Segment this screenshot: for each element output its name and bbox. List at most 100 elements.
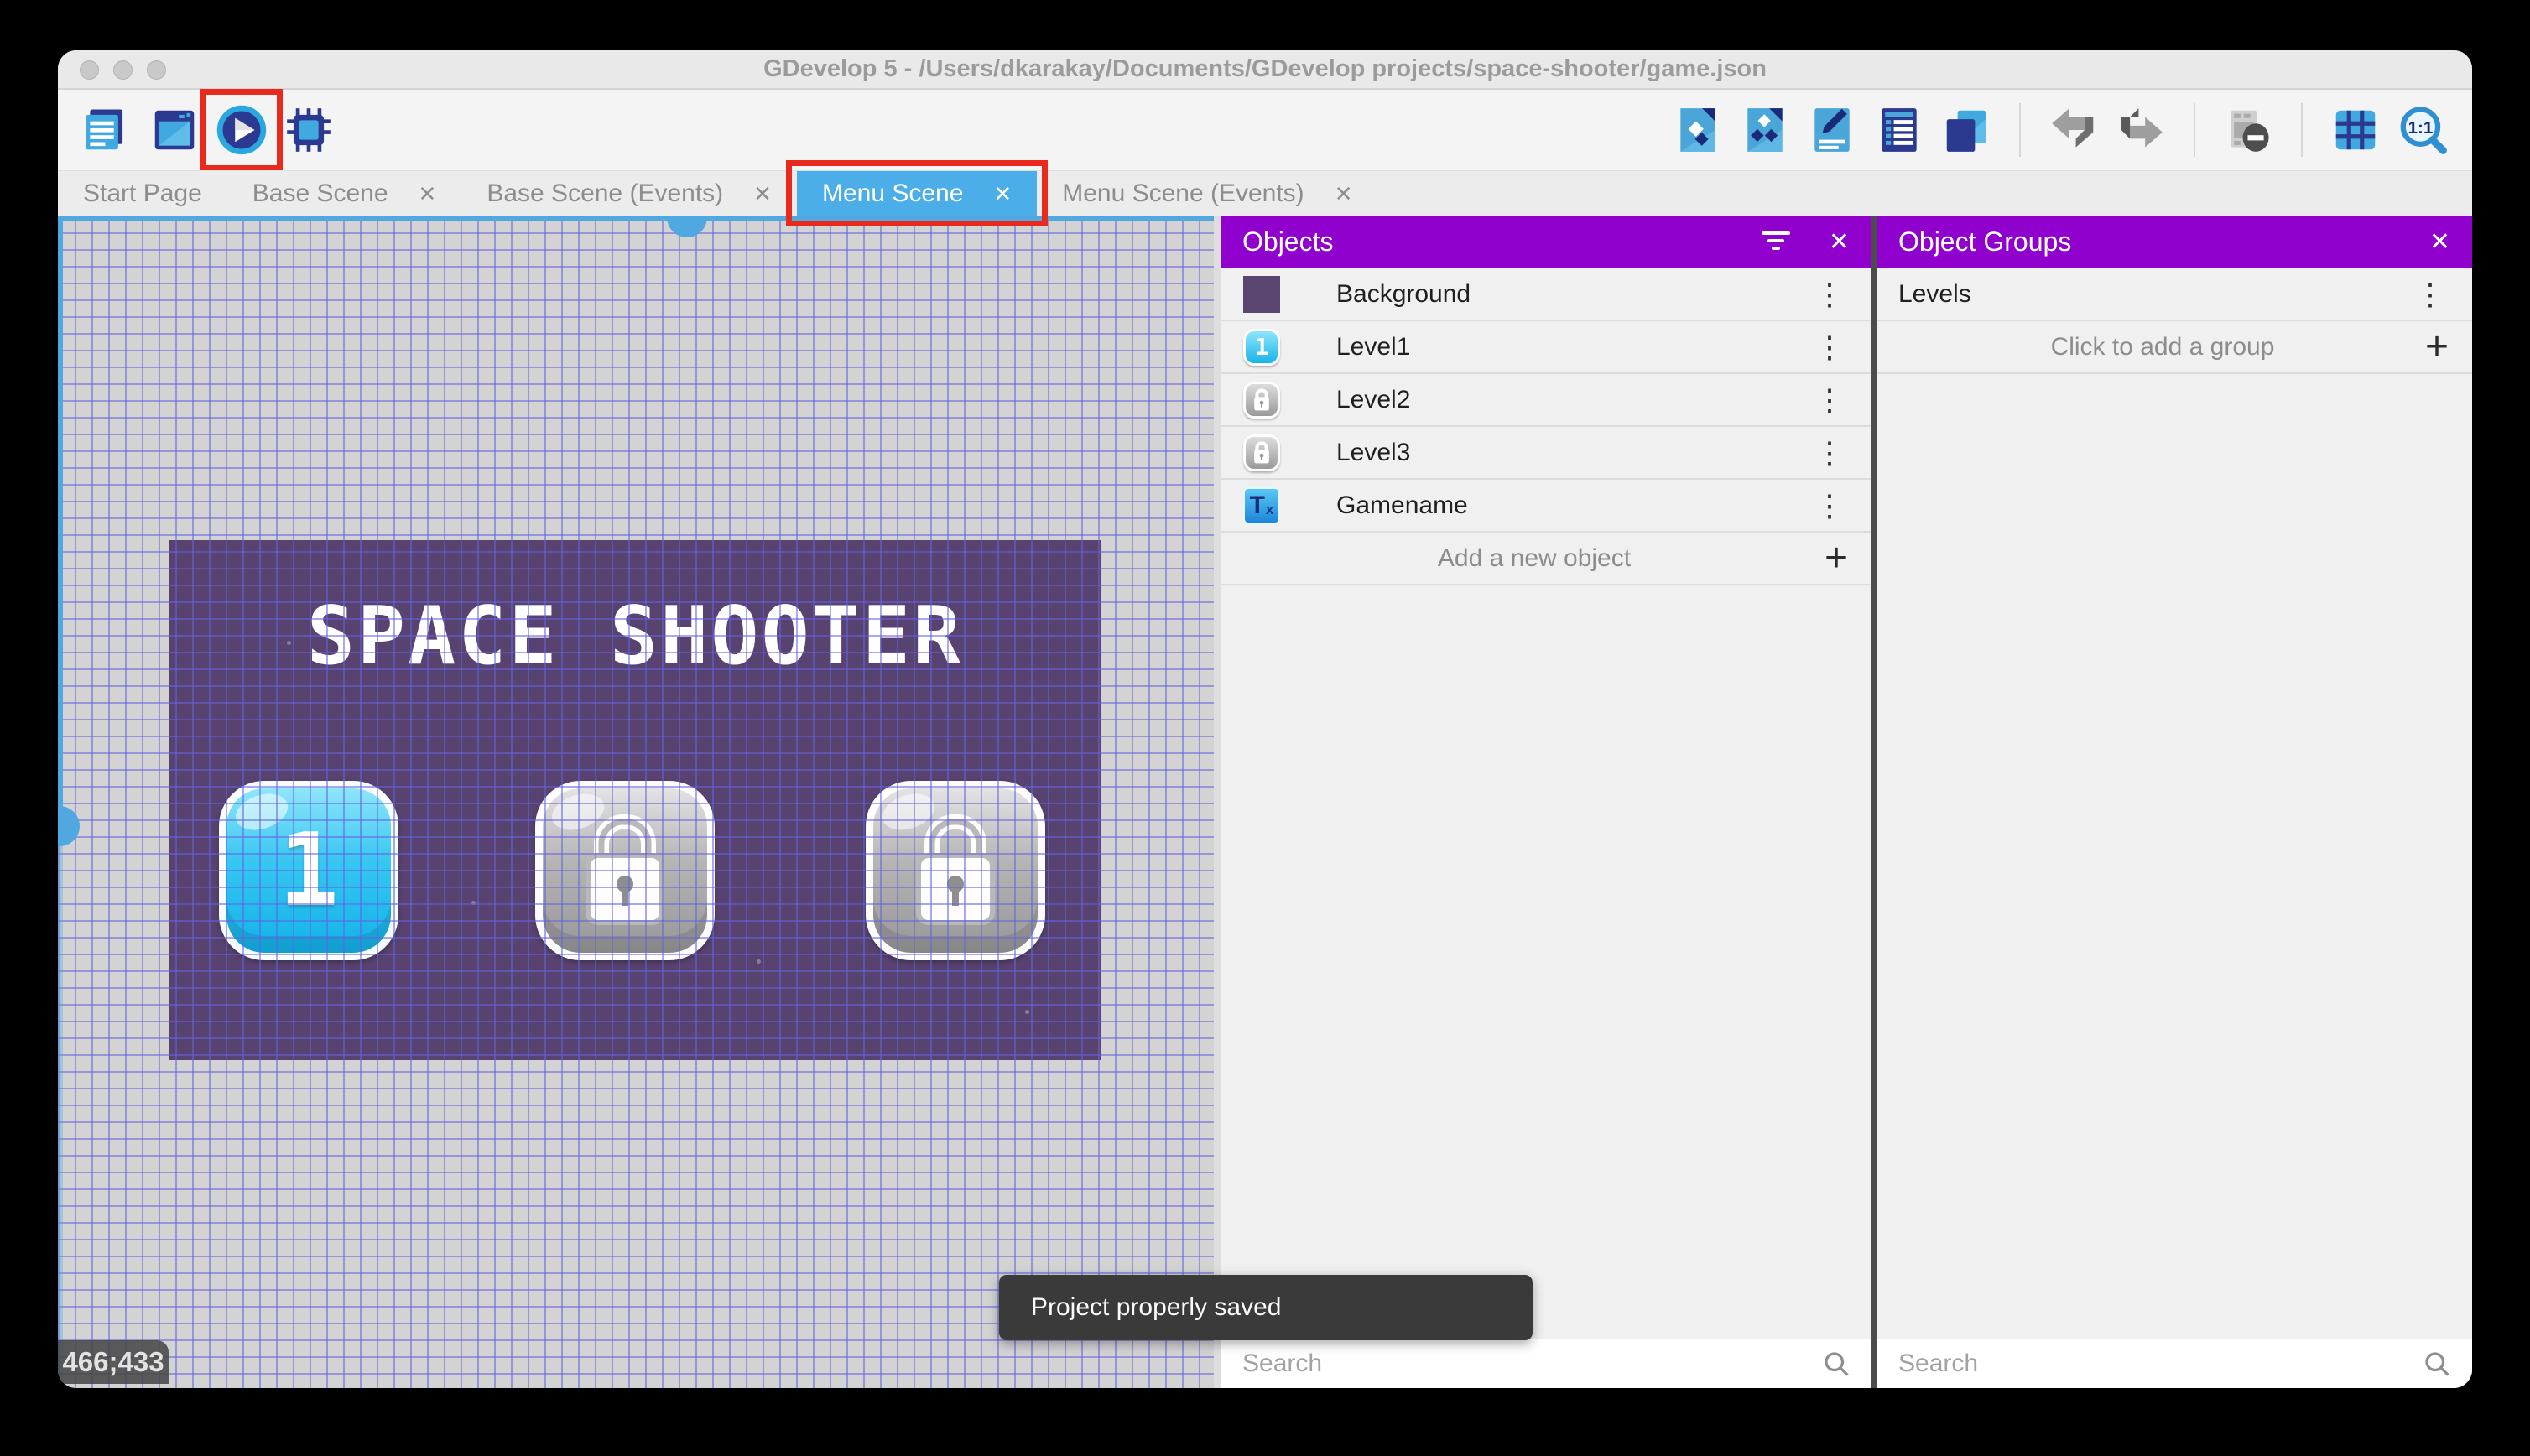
tab-close-icon[interactable]: ✕ <box>419 183 437 205</box>
group-row-levels[interactable]: Levels ⋮ <box>1877 268 2472 321</box>
kebab-menu-icon[interactable]: ⋮ <box>1806 490 1853 521</box>
object-thumbnail <box>1242 275 1281 314</box>
objects-panel: Objects ✕ Background ⋮ 1 Level1 ⋮ Level2… <box>1221 216 1871 1388</box>
minimize-window-button[interactable] <box>113 60 133 80</box>
editor-tab-bar: Start Page Base Scene ✕ Base Scene (Even… <box>58 160 2472 226</box>
toolbar-separator <box>2301 103 2303 157</box>
main-toolbar: 1:1 <box>58 89 2472 171</box>
project-manager-icon[interactable] <box>81 104 133 156</box>
tab-menu-scene-events[interactable]: Menu Scene (Events) ✕ <box>1037 171 1377 216</box>
panel-divider[interactable] <box>1214 216 1221 1388</box>
star-speck <box>950 658 954 662</box>
star-speck <box>622 616 627 620</box>
toolbar-left-group <box>81 89 335 171</box>
tab-label: Menu Scene <box>821 179 964 207</box>
star-speck <box>1025 1010 1029 1014</box>
object-thumbnail <box>1242 381 1281 419</box>
scene-window-icon[interactable] <box>148 104 200 156</box>
plus-icon[interactable]: + <box>1825 538 1848 579</box>
kebab-menu-icon[interactable]: ⋮ <box>1806 331 1853 362</box>
kebab-menu-icon[interactable]: ⋮ <box>1806 278 1853 309</box>
groups-search-bar <box>1877 1339 2472 1388</box>
objects-search-bar <box>1221 1339 1871 1388</box>
scene-background-object[interactable]: SPACE SHOOTER 1 <box>169 540 1101 1060</box>
objects-properties-list-icon[interactable] <box>1873 104 1925 156</box>
star-speck <box>757 959 761 964</box>
toggle-grid-icon[interactable] <box>2330 104 2382 156</box>
plus-icon[interactable]: + <box>2425 326 2449 367</box>
undo-icon[interactable] <box>2048 104 2100 156</box>
mask-deselect-icon[interactable] <box>2222 104 2274 156</box>
level3-locked-button-object[interactable] <box>866 781 1045 960</box>
editor-content: SPACE SHOOTER 1 466;433 Objects ✕ Backgr… <box>58 216 2472 1388</box>
kebab-menu-icon[interactable]: ⋮ <box>2407 278 2454 309</box>
debug-icon[interactable] <box>283 104 335 156</box>
tab-label: Base Scene <box>252 179 388 207</box>
toolbar-right-group: 1:1 <box>1672 103 2449 157</box>
zoom-window-button[interactable] <box>147 60 166 80</box>
toolbar-separator <box>2019 103 2021 157</box>
horizontal-scroll-indicator[interactable] <box>58 216 1214 221</box>
object-thumbnail: Tx <box>1242 486 1281 525</box>
horizontal-scroll-knob[interactable] <box>667 216 707 237</box>
kebab-menu-icon[interactable]: ⋮ <box>1806 437 1853 468</box>
tab-label: Start Page <box>83 179 202 207</box>
lock-icon <box>586 814 664 925</box>
tab-close-icon[interactable]: ✕ <box>993 183 1012 205</box>
object-row-level3[interactable]: Level3 ⋮ <box>1221 427 1871 480</box>
tab-menu-scene[interactable]: Menu Scene ✕ <box>785 160 1049 226</box>
tab-base-scene-events[interactable]: Base Scene (Events) ✕ <box>461 171 797 216</box>
tab-label: Base Scene (Events) <box>487 179 724 207</box>
object-row-level1[interactable]: 1 Level1 ⋮ <box>1221 321 1871 374</box>
tab-start-page[interactable]: Start Page <box>58 171 227 216</box>
object-groups-panel-title: Object Groups <box>1898 226 2072 257</box>
title-bar: GDevelop 5 - /Users/dkarakay/Documents/G… <box>58 50 2472 90</box>
close-window-button[interactable] <box>80 60 99 80</box>
object-row-gamename[interactable]: Tx Gamename ⋮ <box>1221 480 1871 533</box>
level1-button-object[interactable]: 1 <box>219 781 398 960</box>
search-icon[interactable] <box>2422 1349 2452 1379</box>
close-icon[interactable]: ✕ <box>1829 229 1850 255</box>
layers-icon[interactable] <box>1940 104 1992 156</box>
window-title: GDevelop 5 - /Users/dkarakay/Documents/G… <box>763 55 1767 82</box>
objects-panel-header: Objects ✕ <box>1221 216 1871 268</box>
vertical-scroll-knob[interactable] <box>58 806 80 846</box>
object-row-level2[interactable]: Level2 ⋮ <box>1221 374 1871 427</box>
tab-close-icon[interactable]: ✕ <box>753 183 772 205</box>
zoom-one-to-one-icon[interactable]: 1:1 <box>2397 104 2449 156</box>
filter-icon[interactable] <box>1760 231 1792 253</box>
objects-panel-empty-area <box>1221 585 1871 1339</box>
level2-locked-button-object[interactable] <box>535 781 715 960</box>
traffic-lights <box>80 60 166 80</box>
svg-text:1:1: 1:1 <box>2408 118 2433 138</box>
cursor-coordinates-badge: 466;433 <box>58 1340 169 1384</box>
vertical-scroll-indicator-faded <box>58 826 63 1388</box>
star-speck <box>287 641 291 645</box>
object-thumbnail: 1 <box>1242 328 1281 367</box>
groups-search-input[interactable] <box>1897 1349 2422 1379</box>
objects-search-input[interactable] <box>1241 1349 1821 1379</box>
kebab-menu-icon[interactable]: ⋮ <box>1806 384 1853 415</box>
object-row-background[interactable]: Background ⋮ <box>1221 268 1871 321</box>
lock-icon <box>916 814 995 925</box>
add-object-icon[interactable] <box>1672 104 1724 156</box>
scene-canvas[interactable]: SPACE SHOOTER 1 466;433 <box>58 216 1214 1388</box>
add-group-row[interactable]: Click to add a group + <box>1877 321 2472 374</box>
add-multiple-objects-icon[interactable] <box>1739 104 1791 156</box>
play-preview-icon[interactable] <box>200 89 283 171</box>
tab-base-scene[interactable]: Base Scene ✕ <box>227 171 462 216</box>
save-toast: Project properly saved <box>999 1275 1533 1340</box>
game-title-text-object[interactable]: SPACE SHOOTER <box>169 590 1101 683</box>
object-groups-panel: Object Groups ✕ Levels ⋮ Click to add a … <box>1877 216 2472 1388</box>
tab-close-icon[interactable]: ✕ <box>1335 183 1353 205</box>
gdevelop-window: GDevelop 5 - /Users/dkarakay/Documents/G… <box>58 50 2472 1388</box>
add-new-object-row[interactable]: Add a new object + <box>1221 533 1871 585</box>
screenshot-stage: GDevelop 5 - /Users/dkarakay/Documents/G… <box>0 0 2530 1456</box>
edit-scene-properties-icon[interactable] <box>1806 104 1858 156</box>
object-groups-panel-header: Object Groups ✕ <box>1877 216 2472 268</box>
objects-panel-title: Objects <box>1242 226 1334 257</box>
close-icon[interactable]: ✕ <box>2429 229 2450 255</box>
redo-icon[interactable] <box>2115 104 2167 156</box>
vertical-scroll-indicator[interactable] <box>58 216 63 826</box>
search-icon[interactable] <box>1821 1349 1851 1379</box>
